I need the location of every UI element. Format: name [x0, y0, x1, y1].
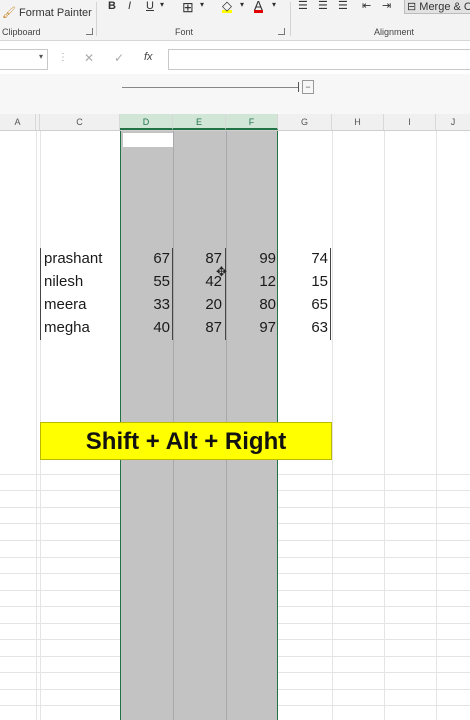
- column-header-e[interactable]: E: [173, 114, 226, 130]
- value-cell-g[interactable]: 15: [284, 273, 328, 290]
- font-color-icon[interactable]: A: [254, 0, 263, 13]
- column-header-a[interactable]: A: [0, 114, 36, 130]
- borders-icon[interactable]: ⊞: [182, 0, 194, 16]
- column-header-f[interactable]: F: [226, 114, 278, 130]
- table-border: [330, 248, 331, 340]
- gridline: [436, 131, 437, 720]
- merge-center-button[interactable]: ⊟ Merge & C: [404, 0, 470, 14]
- clipboard-dialog-launcher-icon[interactable]: [86, 28, 93, 35]
- zoom-slider-handle[interactable]: [298, 82, 299, 92]
- value-cell-e[interactable]: 20: [178, 296, 222, 313]
- table-border: [225, 248, 226, 340]
- column-header-c[interactable]: C: [40, 114, 120, 130]
- zoom-out-icon[interactable]: −: [302, 80, 314, 94]
- name-cell[interactable]: prashant: [44, 250, 102, 267]
- format-painter-button[interactable]: 🖌 Format Painter: [2, 6, 92, 19]
- alignment-group-label: Alignment: [374, 27, 415, 37]
- underline-dropdown-icon[interactable]: ▾: [160, 0, 164, 9]
- increase-indent-icon[interactable]: ⇥: [382, 0, 391, 12]
- decrease-indent-icon[interactable]: ⇤: [362, 0, 371, 12]
- borders-dropdown-icon[interactable]: ▾: [200, 0, 204, 9]
- value-cell-f[interactable]: 12: [232, 273, 276, 290]
- zoom-slider-track[interactable]: [122, 87, 298, 88]
- formula-input[interactable]: [168, 49, 470, 70]
- formula-bar-grip-icon[interactable]: ⋮: [58, 52, 68, 63]
- name-cell[interactable]: meera: [44, 296, 87, 313]
- bold-button[interactable]: B: [108, 0, 116, 12]
- merge-icon: ⊟: [407, 1, 417, 13]
- value-cell-d[interactable]: 67: [126, 250, 170, 267]
- move-cursor-icon: ✥: [216, 264, 227, 279]
- name-box[interactable]: ▾: [0, 49, 48, 70]
- align-center-icon[interactable]: ☰: [318, 0, 328, 12]
- column-header-h[interactable]: H: [332, 114, 384, 130]
- gridline: [36, 131, 37, 720]
- italic-button[interactable]: I: [128, 0, 131, 12]
- gridline: [384, 131, 385, 720]
- column-header-g[interactable]: G: [278, 114, 332, 130]
- fill-color-icon[interactable]: ◇: [222, 0, 232, 13]
- shortcut-banner: Shift + Alt + Right: [40, 422, 332, 460]
- underline-button[interactable]: U: [146, 0, 154, 12]
- value-cell-f[interactable]: 80: [232, 296, 276, 313]
- value-cell-g[interactable]: 63: [284, 319, 328, 336]
- divider: [96, 2, 97, 36]
- font-color-dropdown-icon[interactable]: ▾: [272, 0, 276, 9]
- font-group-label: Font: [175, 27, 194, 37]
- column-header-i[interactable]: I: [384, 114, 436, 130]
- divider: [290, 2, 291, 36]
- value-cell-g[interactable]: 65: [284, 296, 328, 313]
- ribbon: 🖌 Format Painter Clipboard B I U ▾ ⊞ ▾ ◇…: [0, 0, 470, 41]
- value-cell-e[interactable]: 87: [178, 319, 222, 336]
- active-cell[interactable]: [123, 133, 173, 147]
- column-header-j[interactable]: J: [436, 114, 470, 130]
- value-cell-f[interactable]: 99: [232, 250, 276, 267]
- gridline: [332, 131, 333, 720]
- name-box-dropdown-icon[interactable]: ▾: [39, 52, 43, 61]
- align-left-icon[interactable]: ☰: [298, 0, 308, 12]
- fill-color-dropdown-icon[interactable]: ▾: [240, 0, 244, 9]
- table-border: [40, 248, 41, 340]
- value-cell-d[interactable]: 33: [126, 296, 170, 313]
- value-cell-f[interactable]: 97: [232, 319, 276, 336]
- name-cell[interactable]: megha: [44, 319, 90, 336]
- insert-function-icon[interactable]: fx: [144, 51, 153, 63]
- align-right-icon[interactable]: ☰: [338, 0, 348, 12]
- font-dialog-launcher-icon[interactable]: [278, 28, 285, 35]
- formula-bar: ▾ ⋮ ✕ ✓ fx: [0, 46, 470, 72]
- value-cell-d[interactable]: 40: [126, 319, 170, 336]
- value-cell-g[interactable]: 74: [284, 250, 328, 267]
- enter-icon[interactable]: ✓: [114, 51, 124, 65]
- clipboard-group-label: Clipboard: [2, 27, 41, 37]
- name-cell[interactable]: nilesh: [44, 273, 83, 290]
- table-border: [172, 248, 173, 340]
- value-cell-d[interactable]: 55: [126, 273, 170, 290]
- paintbrush-icon: 🖌: [2, 7, 16, 19]
- column-header-d[interactable]: D: [120, 114, 173, 130]
- cancel-icon[interactable]: ✕: [84, 51, 94, 65]
- toolbar-strip: −: [0, 74, 470, 114]
- column-headers: A C D E F G H I J: [0, 114, 470, 131]
